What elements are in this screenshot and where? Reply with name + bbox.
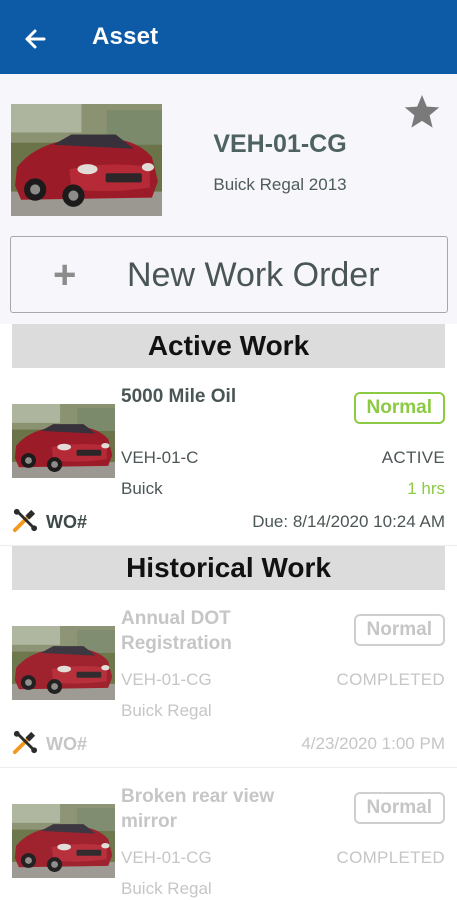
work-order-model: Buick Regal	[121, 701, 212, 720]
plus-icon: +	[53, 253, 77, 297]
app-bar: Asset	[0, 0, 457, 74]
work-order-thumbnail	[12, 626, 115, 700]
wrench-screwdriver-icon	[11, 507, 38, 534]
work-order-model: Buick Regal	[121, 879, 212, 898]
page-title: Asset	[92, 23, 159, 50]
section-header-active: Active Work	[12, 324, 445, 368]
work-order-thumbnail	[12, 404, 115, 478]
work-order-asset: VEH-01-C	[121, 448, 199, 467]
work-order-status: COMPLETED	[336, 848, 445, 867]
wrench-screwdriver-icon	[11, 729, 38, 756]
priority-badge: Normal	[353, 614, 445, 646]
work-order-number: WO#	[46, 512, 88, 532]
priority-badge: Normal	[353, 392, 445, 424]
work-order-title: 5000 Mile Oil	[121, 386, 237, 407]
work-order-status: ACTIVE	[381, 448, 445, 467]
work-order-title: Annual DOT Registration	[121, 608, 232, 654]
priority-badge: Normal	[353, 792, 445, 824]
work-order-status: COMPLETED	[336, 670, 445, 689]
asset-id: VEH-01-CG	[213, 130, 347, 158]
asset-photo	[11, 104, 162, 216]
work-order-card[interactable]: Broken rear view mirror Normal VEH-01-CG…	[0, 768, 457, 900]
work-order-model: Buick	[121, 479, 163, 498]
asset-header: VEH-01-CG Buick Regal 2013 + New Work Or…	[0, 74, 457, 324]
work-order-hours: 1 hrs	[407, 479, 445, 498]
favorite-star-icon[interactable]	[402, 92, 442, 132]
work-order-card[interactable]: Annual DOT Registration Normal VEH-01-CG…	[0, 590, 457, 768]
work-order-number: WO#	[46, 734, 88, 754]
work-order-due-date: Due: 8/14/2020 10:24 AM	[252, 512, 445, 531]
work-order-card[interactable]: 5000 Mile Oil Normal VEH-01-C ACTIVE Bui…	[0, 368, 457, 546]
work-order-date: 4/23/2020 1:00 PM	[301, 734, 445, 753]
new-work-order-label: New Work Order	[127, 256, 380, 294]
new-work-order-button[interactable]: + New Work Order	[10, 236, 448, 313]
work-order-asset: VEH-01-CG	[121, 848, 212, 867]
work-order-thumbnail	[12, 804, 115, 878]
work-order-title: Broken rear view mirror	[121, 786, 275, 832]
section-header-historical: Historical Work	[12, 546, 445, 590]
back-arrow-icon[interactable]	[20, 24, 50, 54]
work-order-asset: VEH-01-CG	[121, 670, 212, 689]
asset-model: Buick Regal 2013	[213, 175, 347, 194]
